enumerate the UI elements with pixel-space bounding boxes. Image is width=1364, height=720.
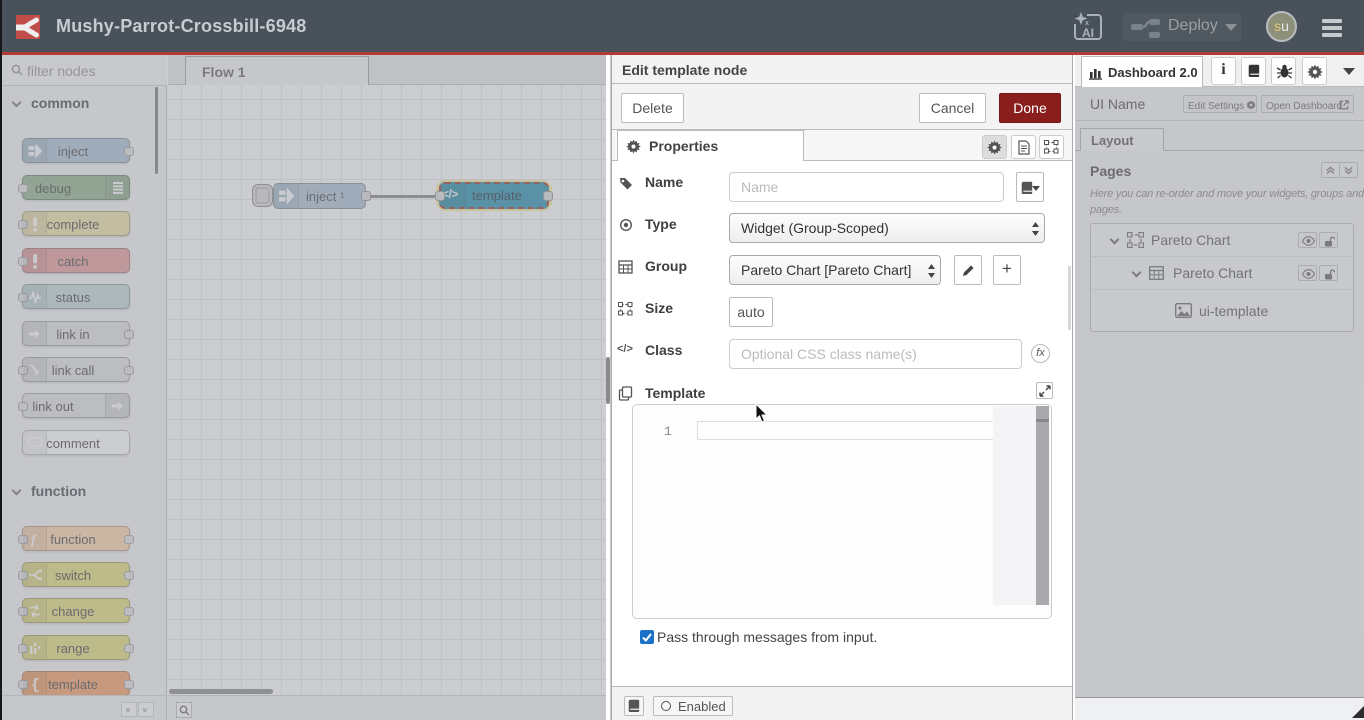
svg-text:AI: AI bbox=[1082, 26, 1094, 40]
